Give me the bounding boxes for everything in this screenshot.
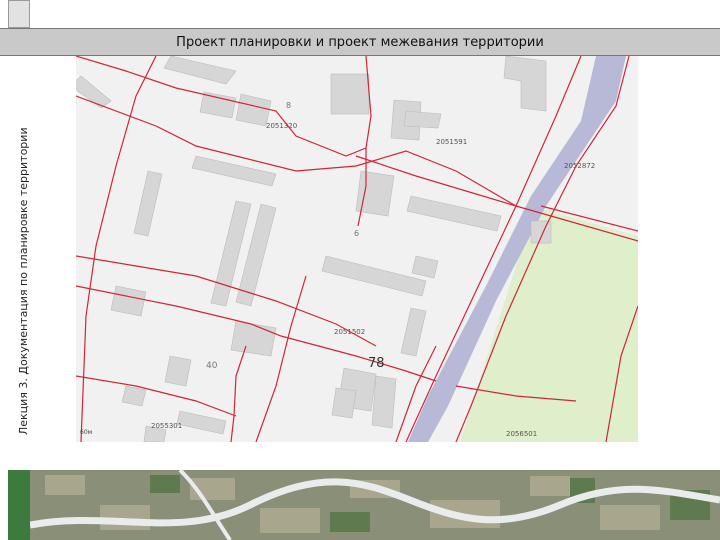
house-number-label: 6 [354, 229, 359, 238]
house-number-label: 8 [286, 101, 291, 110]
cadastral-label: 2052872 [564, 162, 595, 170]
building [121, 385, 147, 407]
block-number-label: 78 [368, 356, 385, 371]
city-aerial-strip [30, 470, 720, 540]
cadastral-label: 2051502 [334, 328, 365, 336]
side-rail-top-box [8, 0, 30, 28]
cadastral-label: 2055301 [151, 422, 182, 430]
cadastral-label: 2056501 [506, 430, 537, 438]
aerial-block [600, 505, 660, 530]
aerial-green [330, 512, 370, 532]
cadastral-label: 2051591 [436, 138, 467, 146]
building [331, 387, 357, 419]
aerial-block [260, 508, 320, 533]
house-number-label: 40 [206, 361, 218, 371]
cadastral-label: 2051320 [266, 122, 297, 130]
map-scale-label: 60м [80, 429, 92, 436]
side-rail-green-stripe [8, 470, 30, 540]
map-svg: 2051320 2051591 2052872 2051502 2056501 … [76, 56, 638, 442]
aerial-green [150, 475, 180, 493]
building [330, 73, 370, 115]
aerial-block [530, 476, 570, 496]
building [164, 355, 192, 387]
building [530, 220, 552, 244]
planning-map: 2051320 2051591 2052872 2051502 2056501 … [76, 56, 638, 442]
building [371, 375, 397, 429]
title-bar: Проект планировки и проект межевания тер… [0, 28, 720, 56]
aerial-svg [30, 470, 720, 540]
lecture-caption: Лекция 3. Документация по планировке тер… [17, 127, 30, 435]
slide-title: Проект планировки и проект межевания тер… [176, 35, 544, 50]
aerial-block [45, 475, 85, 495]
building [403, 110, 442, 129]
